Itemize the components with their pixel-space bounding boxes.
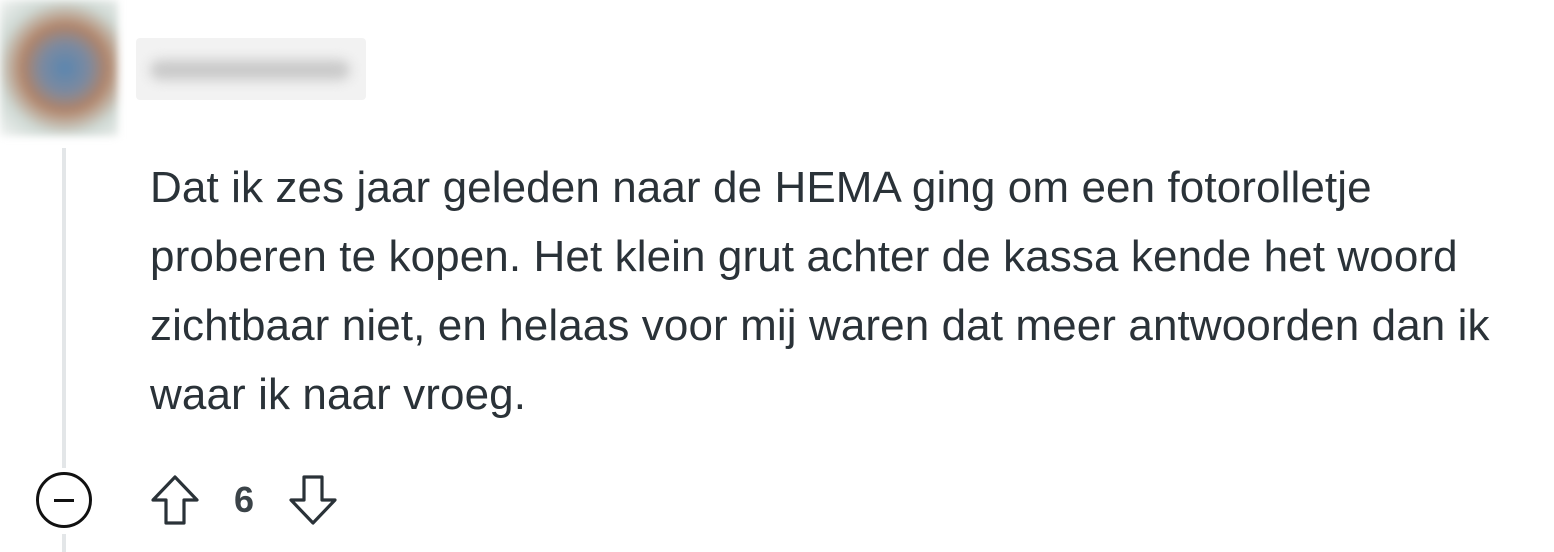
arrow-down-icon xyxy=(289,475,337,525)
username-text xyxy=(150,60,350,80)
thread-line-continuation xyxy=(62,534,66,552)
username-blurred[interactable] xyxy=(136,38,366,100)
minus-icon xyxy=(54,498,74,502)
downvote-button[interactable] xyxy=(286,472,340,528)
avatar[interactable] xyxy=(0,0,118,136)
comment-body: Dat ik zes jaar geleden naar de HEMA gin… xyxy=(150,163,1490,419)
arrow-up-icon xyxy=(151,475,199,525)
collapse-thread-button[interactable] xyxy=(36,472,92,528)
vote-bar: 6 xyxy=(148,470,340,530)
vote-score: 6 xyxy=(233,479,255,520)
thread-line[interactable] xyxy=(62,148,66,468)
upvote-button[interactable] xyxy=(148,472,202,528)
